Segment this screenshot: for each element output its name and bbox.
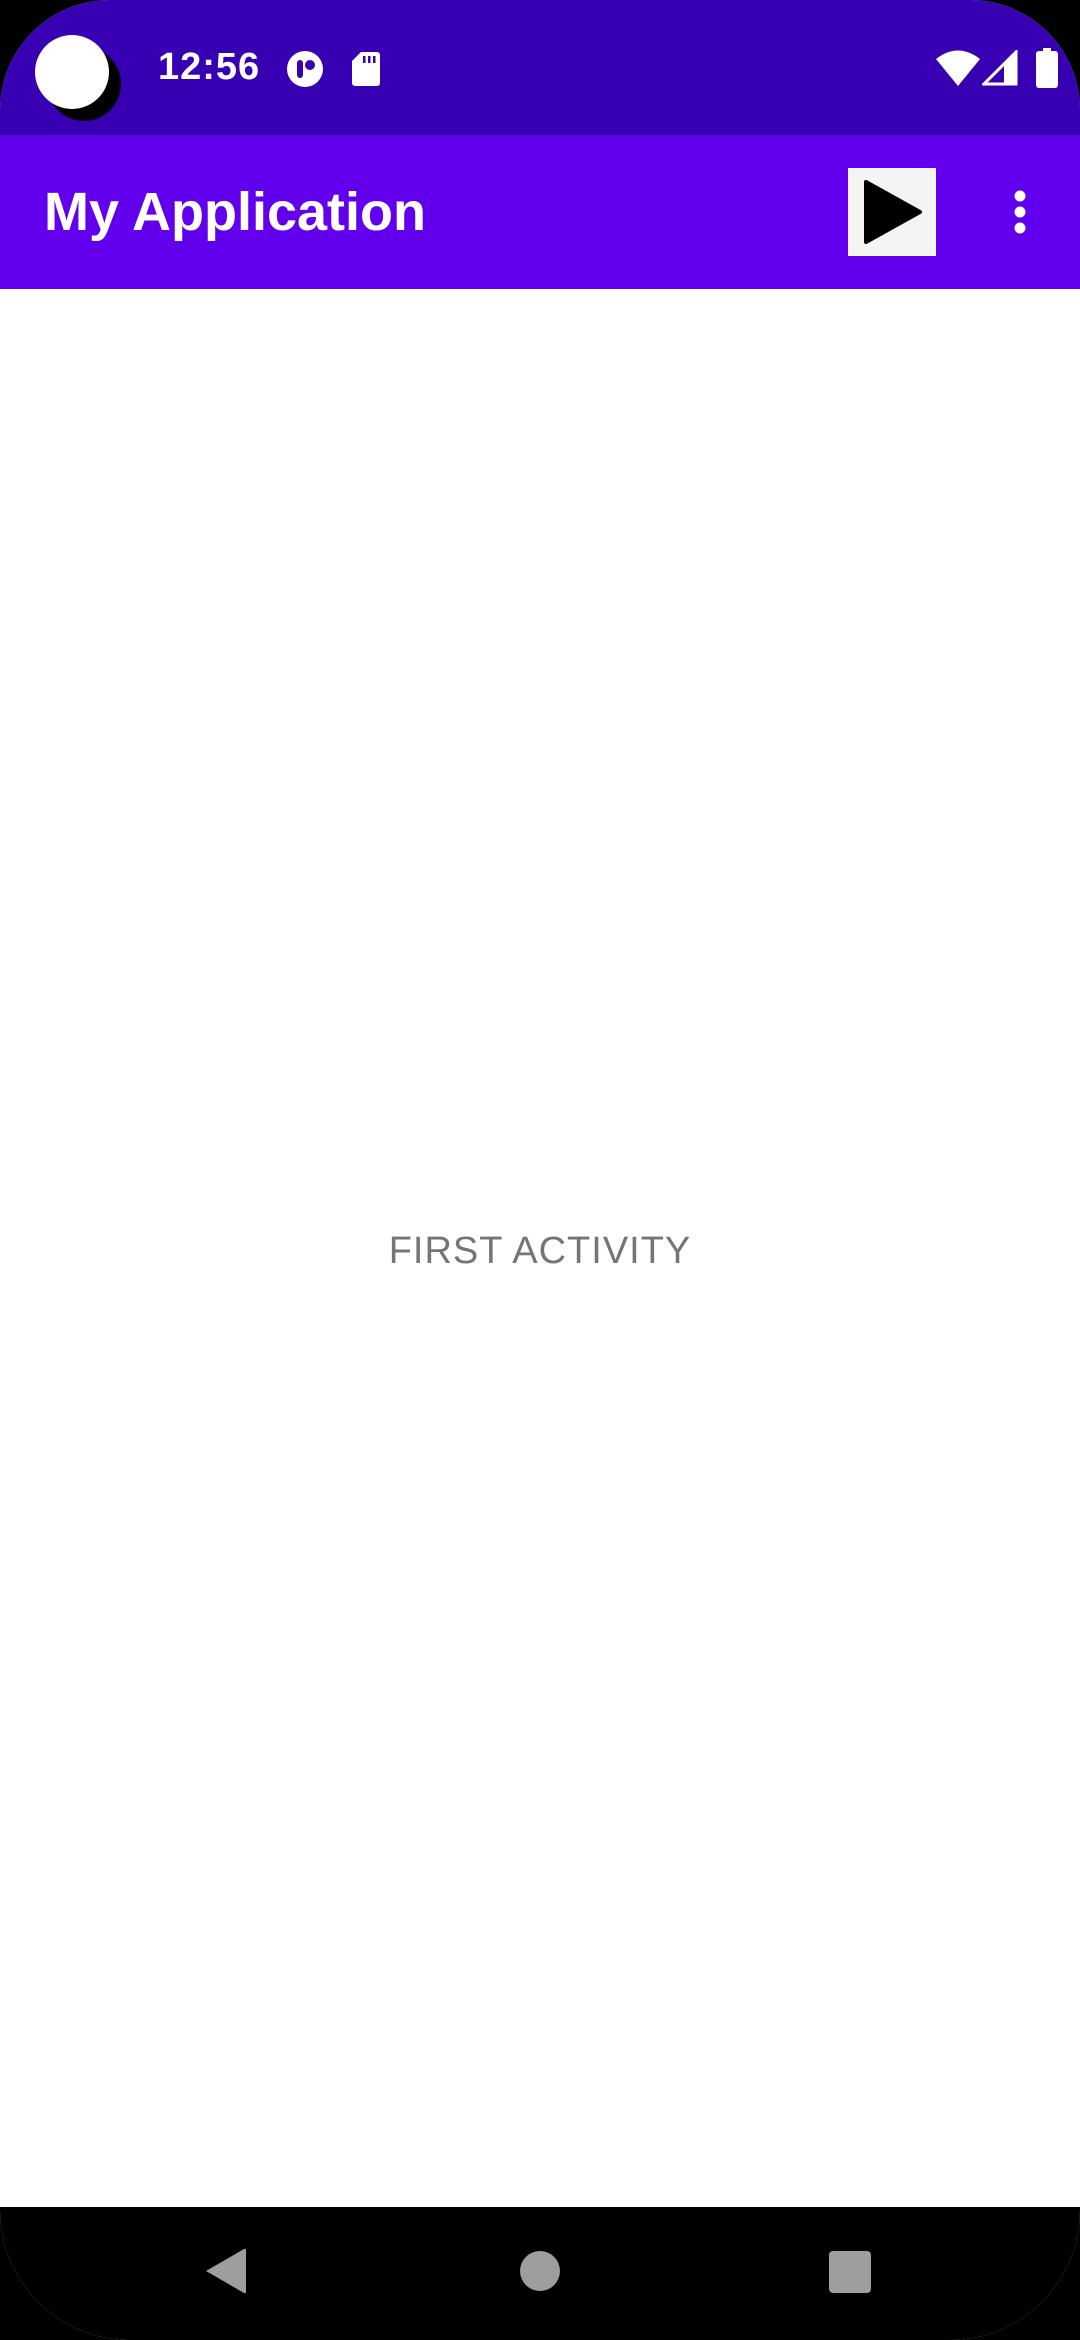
battery-icon	[1036, 48, 1058, 88]
more-options-button[interactable]	[990, 170, 1050, 254]
back-icon[interactable]	[204, 2247, 248, 2295]
play-icon	[864, 180, 922, 244]
app-title: My Application	[44, 182, 427, 242]
recents-icon[interactable]	[829, 2251, 871, 2293]
notification-app-icon	[287, 51, 323, 87]
activity-label: FIRST ACTIVITY	[388, 1230, 692, 1272]
sd-card-icon	[352, 52, 380, 86]
main-content: FIRST ACTIVITY	[0, 289, 1080, 2207]
app-bar: My Application	[0, 135, 1080, 289]
status-time: 12:56	[158, 46, 261, 88]
status-bar: 12:56	[0, 0, 1080, 135]
cellular-signal-icon	[982, 50, 1018, 86]
play-button[interactable]	[848, 168, 936, 256]
home-icon[interactable]	[520, 2251, 560, 2291]
navigation-bar	[0, 2207, 1080, 2340]
phone-screen: 12:56 My Application FIRST ACTIVITY	[0, 0, 1080, 2340]
wifi-icon	[936, 50, 980, 86]
camera-cutout-icon	[35, 35, 109, 109]
more-vert-icon	[1014, 190, 1026, 234]
